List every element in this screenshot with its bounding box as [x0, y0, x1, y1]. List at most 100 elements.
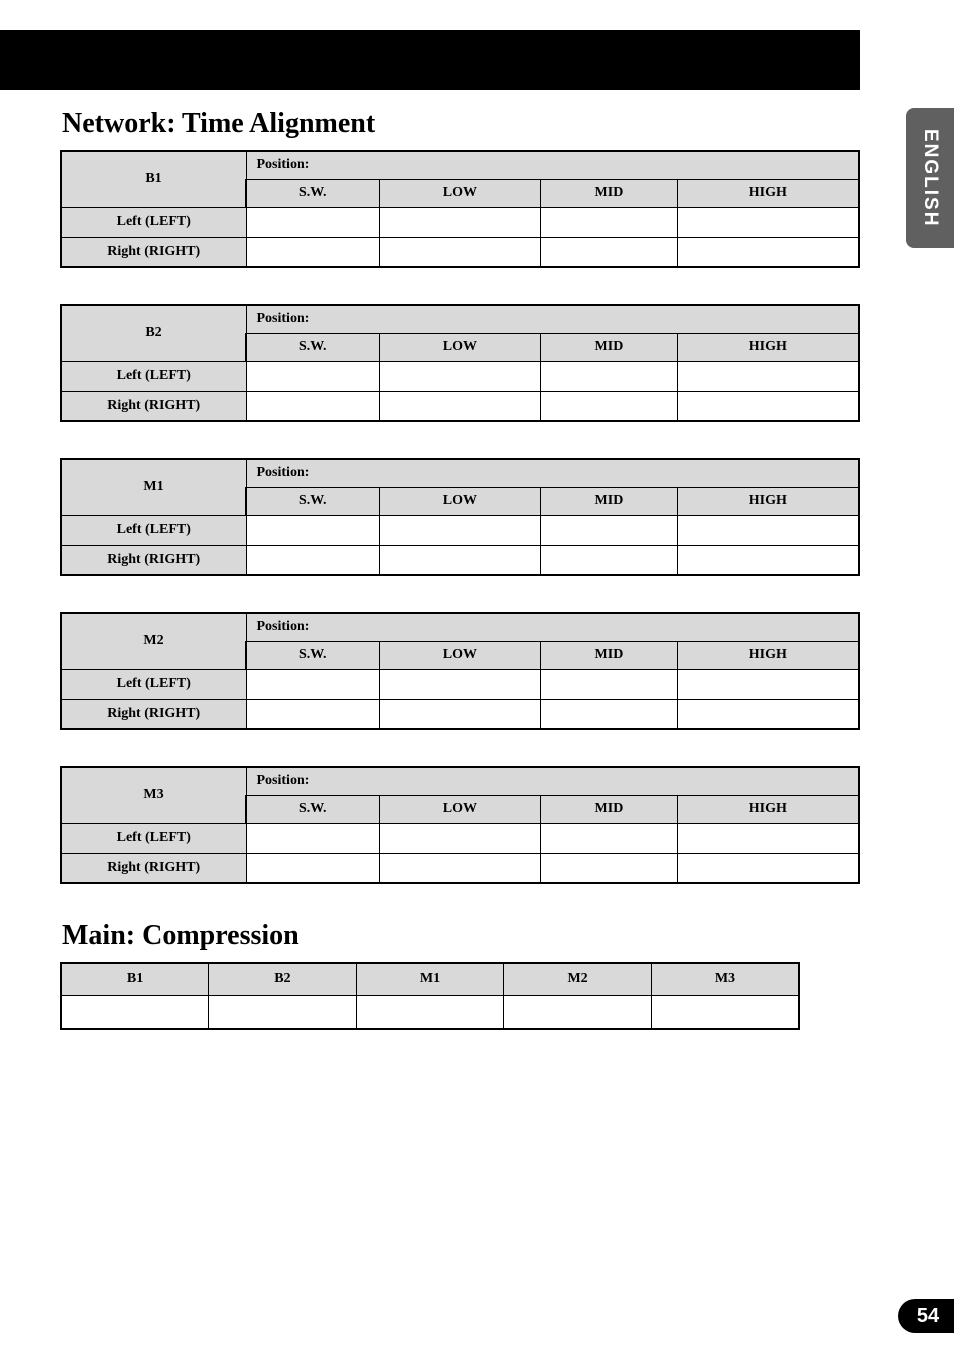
table-id-cell: M1 [61, 459, 246, 515]
col-header: S.W. [246, 333, 379, 361]
table-id-cell: M2 [61, 613, 246, 669]
data-cell [356, 995, 504, 1029]
data-cell [677, 515, 859, 545]
table-m3: M3 Position: S.W. LOW MID HIGH Left (LEF… [60, 766, 860, 884]
data-cell [379, 699, 541, 729]
row-label: Left (LEFT) [61, 207, 246, 237]
data-cell [541, 669, 678, 699]
data-cell [677, 699, 859, 729]
data-cell [651, 995, 799, 1029]
data-cell [379, 207, 541, 237]
data-cell [677, 361, 859, 391]
section-title-network-time-alignment: Network: Time Alignment [62, 108, 860, 140]
position-label: Position: [246, 613, 859, 641]
data-cell [246, 237, 379, 267]
data-cell [541, 545, 678, 575]
col-header: LOW [379, 795, 541, 823]
table-compression: B1 B2 M1 M2 M3 [60, 962, 800, 1030]
data-cell [379, 545, 541, 575]
data-cell [246, 207, 379, 237]
col-header: MID [541, 641, 678, 669]
page-number-badge: 54 [898, 1299, 954, 1333]
col-header: MID [541, 179, 678, 207]
row-label: Left (LEFT) [61, 361, 246, 391]
col-header: M2 [504, 963, 652, 995]
position-label: Position: [246, 459, 859, 487]
data-cell [677, 853, 859, 883]
col-header: HIGH [677, 641, 859, 669]
row-label: Left (LEFT) [61, 515, 246, 545]
data-cell [677, 207, 859, 237]
col-header: LOW [379, 641, 541, 669]
col-header: HIGH [677, 179, 859, 207]
col-header: B2 [209, 963, 357, 995]
data-cell [379, 361, 541, 391]
data-cell [246, 361, 379, 391]
table-id-cell: B2 [61, 305, 246, 361]
data-cell [541, 823, 678, 853]
page-content: Network: Time Alignment B1 Position: S.W… [60, 108, 860, 1066]
col-header: B1 [61, 963, 209, 995]
position-label: Position: [246, 305, 859, 333]
data-cell [677, 237, 859, 267]
data-cell [246, 699, 379, 729]
row-label: Left (LEFT) [61, 823, 246, 853]
data-cell [246, 853, 379, 883]
table-m1: M1 Position: S.W. LOW MID HIGH Left (LEF… [60, 458, 860, 576]
data-cell [677, 823, 859, 853]
position-label: Position: [246, 151, 859, 179]
table-b1: B1 Position: S.W. LOW MID HIGH Left (LEF… [60, 150, 860, 268]
language-side-tab: ENGLISH [906, 108, 954, 248]
data-cell [61, 995, 209, 1029]
data-cell [379, 515, 541, 545]
col-header: S.W. [246, 641, 379, 669]
data-cell [677, 545, 859, 575]
data-cell [379, 669, 541, 699]
row-label: Right (RIGHT) [61, 545, 246, 575]
header-black-bar [0, 30, 860, 90]
language-label: ENGLISH [919, 129, 941, 227]
data-cell [541, 391, 678, 421]
col-header: S.W. [246, 795, 379, 823]
row-label: Right (RIGHT) [61, 237, 246, 267]
data-cell [379, 853, 541, 883]
col-header: HIGH [677, 487, 859, 515]
col-header: MID [541, 487, 678, 515]
section-title-main-compression: Main: Compression [62, 920, 860, 952]
col-header: LOW [379, 179, 541, 207]
data-cell [209, 995, 357, 1029]
data-cell [541, 515, 678, 545]
data-cell [246, 823, 379, 853]
col-header: S.W. [246, 179, 379, 207]
row-label: Right (RIGHT) [61, 853, 246, 883]
table-b2: B2 Position: S.W. LOW MID HIGH Left (LEF… [60, 304, 860, 422]
data-cell [246, 545, 379, 575]
page-number: 54 [917, 1305, 939, 1328]
col-header: M3 [651, 963, 799, 995]
data-cell [246, 669, 379, 699]
col-header: MID [541, 795, 678, 823]
table-id-cell: B1 [61, 151, 246, 207]
data-cell [541, 361, 678, 391]
col-header: HIGH [677, 795, 859, 823]
col-header: MID [541, 333, 678, 361]
data-cell [504, 995, 652, 1029]
row-label: Left (LEFT) [61, 669, 246, 699]
data-cell [246, 515, 379, 545]
data-cell [677, 669, 859, 699]
data-cell [246, 391, 379, 421]
col-header: LOW [379, 333, 541, 361]
data-cell [541, 699, 678, 729]
data-cell [379, 823, 541, 853]
row-label: Right (RIGHT) [61, 391, 246, 421]
table-id-cell: M3 [61, 767, 246, 823]
data-cell [541, 853, 678, 883]
position-label: Position: [246, 767, 859, 795]
data-cell [541, 237, 678, 267]
row-label: Right (RIGHT) [61, 699, 246, 729]
data-cell [541, 207, 678, 237]
table-m2: M2 Position: S.W. LOW MID HIGH Left (LEF… [60, 612, 860, 730]
data-cell [379, 237, 541, 267]
data-cell [379, 391, 541, 421]
col-header: HIGH [677, 333, 859, 361]
